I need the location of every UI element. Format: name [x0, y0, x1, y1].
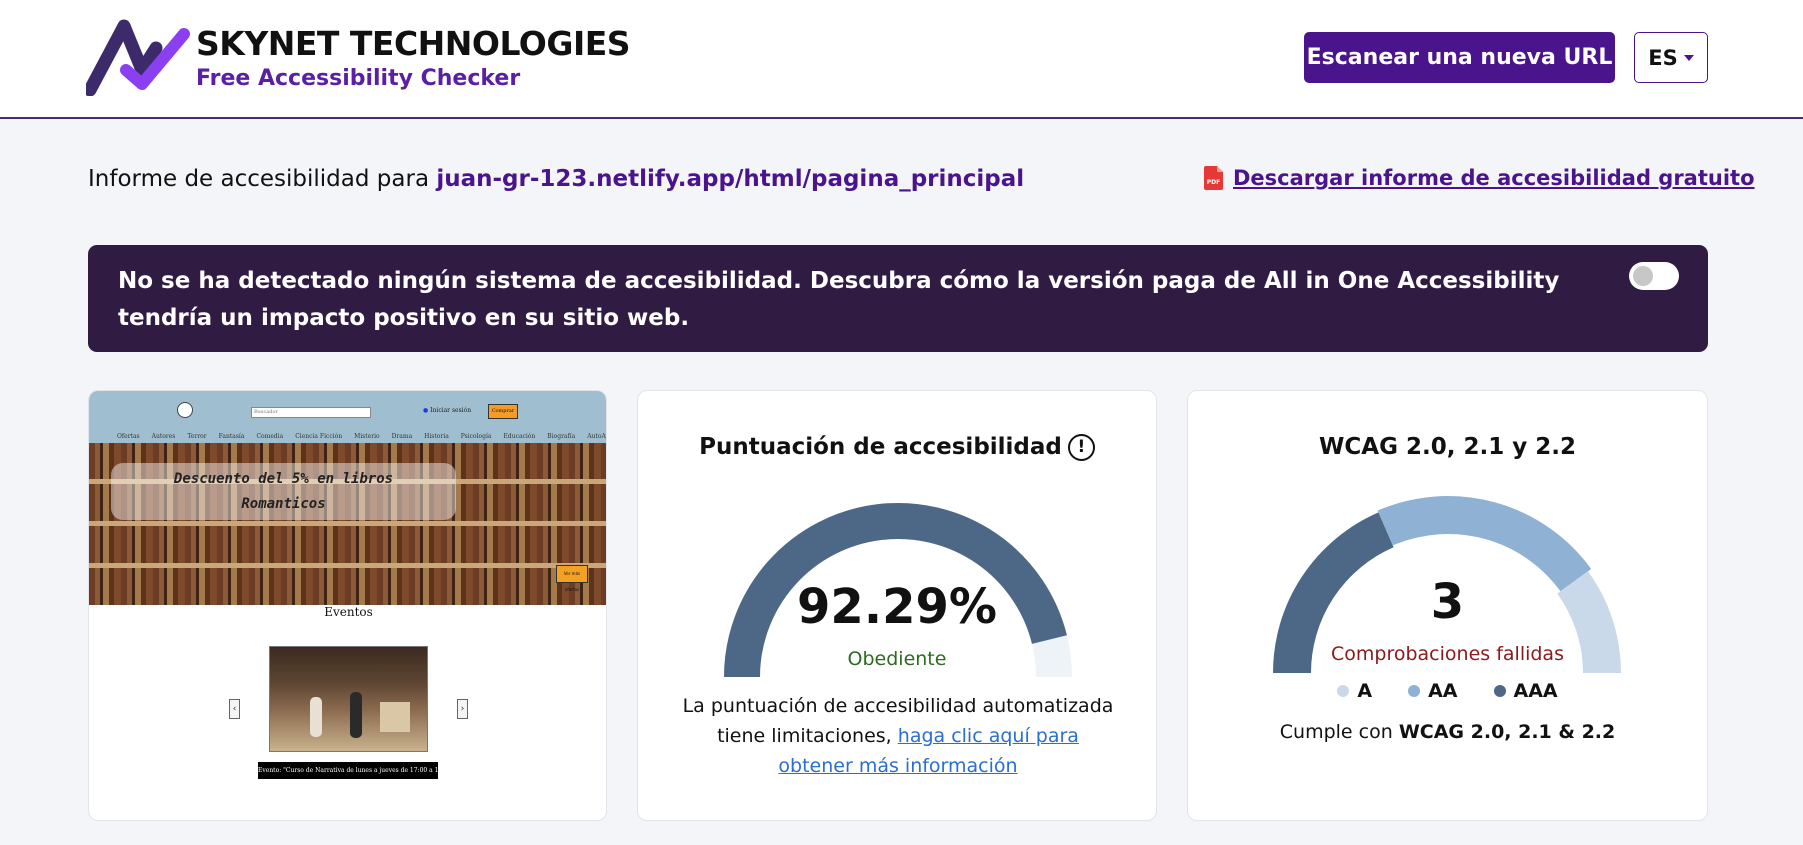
preview-prev-arrow-icon: ‹ — [229, 699, 240, 719]
preview-hero-banner: Descuento del 5% en libros Romanticos — [111, 463, 456, 520]
language-label: ES — [1648, 45, 1678, 70]
score-title: Puntuación de accesibilidad! — [638, 434, 1156, 461]
download-report-link[interactable]: Descargar informe de accesibilidad gratu… — [1233, 166, 1755, 190]
preview-menu-item: Educación — [503, 433, 536, 440]
website-preview-card: Buscador ● Iniciar sesión Comprar Oferta… — [88, 390, 607, 821]
preview-event-caption: Evento: "Curso de Narrativa de lunes a j… — [258, 762, 455, 779]
report-heading: Informe de accesibilidad para juan-gr-12… — [88, 166, 1024, 192]
legend-item-aa: AA — [1408, 680, 1458, 702]
preview-menu-item: Autores — [151, 433, 176, 440]
preview-login: ● Iniciar sesión — [423, 407, 472, 414]
preview-menu-item: Ciencia Ficción — [295, 433, 343, 440]
preview-search-input: Buscador — [251, 407, 371, 418]
brand-subtitle: Free Accessibility Checker — [196, 66, 521, 91]
toggle-knob — [1633, 266, 1653, 286]
score-value: 92.29% — [797, 579, 997, 635]
preview-hero: Descuento del 5% en libros Romanticos — [89, 443, 606, 605]
report-url: juan-gr-123.netlify.app/html/pagina_prin… — [436, 166, 1025, 192]
banner-toggle[interactable] — [1629, 262, 1679, 290]
accessibility-banner: No se ha detectado ningún sistema de acc… — [88, 245, 1708, 352]
preview-logo-icon — [177, 402, 193, 418]
preview-menu-item: Ofertas — [117, 433, 140, 440]
preview-hero-button: Ver más ofertas — [556, 565, 588, 592]
preview-menu-item: Biografía — [547, 433, 576, 440]
site-header: SKYNET TECHNOLOGIES Free Accessibility C… — [0, 0, 1803, 119]
preview-menu-item: Historia — [424, 433, 449, 440]
preview-navbar: Buscador ● Iniciar sesión Comprar Oferta… — [89, 391, 606, 443]
legend-item-a: A — [1337, 680, 1372, 702]
chevron-down-icon — [1683, 54, 1694, 61]
preview-menu: Ofertas Autores Terror Fantasía Comedia Cienc… — [117, 433, 606, 440]
preview-buy-button: Comprar — [488, 404, 518, 419]
wcag-card: WCAG 2.0, 2.1 y 2.2 3 Comprobaciones fal… — [1187, 390, 1708, 821]
legend-dot-aa — [1408, 685, 1421, 697]
banner-text: No se ha detectado ningún sistema de acc… — [118, 268, 1560, 331]
preview-menu-item: Misterio — [354, 433, 380, 440]
scan-new-url-button[interactable]: Escanear una nueva URL — [1304, 32, 1615, 83]
preview-events-title: Eventos — [324, 605, 373, 619]
pdf-icon: PDF — [1204, 166, 1223, 190]
preview-menu-item: Fantasía — [218, 433, 245, 440]
download-report[interactable]: PDF Descargar informe de accesibilidad g… — [1204, 166, 1755, 190]
info-icon[interactable]: ! — [1067, 434, 1095, 461]
preview-next-arrow-icon: › — [457, 699, 468, 719]
wcag-legend: A AA AAA — [1188, 680, 1707, 702]
legend-item-aaa: AAA — [1493, 680, 1558, 702]
report-prefix: Informe de accesibilidad para — [88, 166, 430, 192]
preview-menu-item: Psicología — [460, 433, 492, 440]
legend-dot-a — [1337, 685, 1350, 697]
score-note: La puntuación de accesibilidad automatiz… — [682, 695, 1114, 777]
website-screenshot: Buscador ● Iniciar sesión Comprar Oferta… — [89, 391, 606, 789]
score-status: Obediente — [847, 648, 947, 670]
failed-checks-count: 3 — [1430, 574, 1465, 630]
preview-hero-text: Descuento del 5% en libros Romanticos — [173, 471, 394, 512]
brand-title: SKYNET TECHNOLOGIES — [196, 24, 631, 63]
skynet-logo-icon[interactable] — [86, 18, 190, 96]
preview-menu-item: Comedia — [256, 433, 284, 440]
preview-menu-item: Terror — [187, 433, 207, 440]
wcag-compliance: Cumple con WCAG 2.0, 2.1 & 2.2 — [1279, 721, 1616, 743]
wcag-gauge-aa — [1377, 496, 1592, 592]
accessibility-score-card: Puntuación de accesibilidad! 92.29% Obed… — [637, 390, 1157, 821]
preview-menu-item: Drama — [391, 433, 413, 440]
preview-event-photo — [269, 646, 428, 752]
language-selector[interactable]: ES — [1634, 32, 1708, 83]
preview-menu-item: AutoAyuda — [587, 433, 606, 440]
failed-checks-label: Comprobaciones fallidas — [1331, 643, 1564, 665]
legend-dot-aaa — [1493, 685, 1506, 697]
wcag-title: WCAG 2.0, 2.1 y 2.2 — [1319, 434, 1576, 460]
pdf-icon-text: PDF — [1207, 179, 1220, 186]
